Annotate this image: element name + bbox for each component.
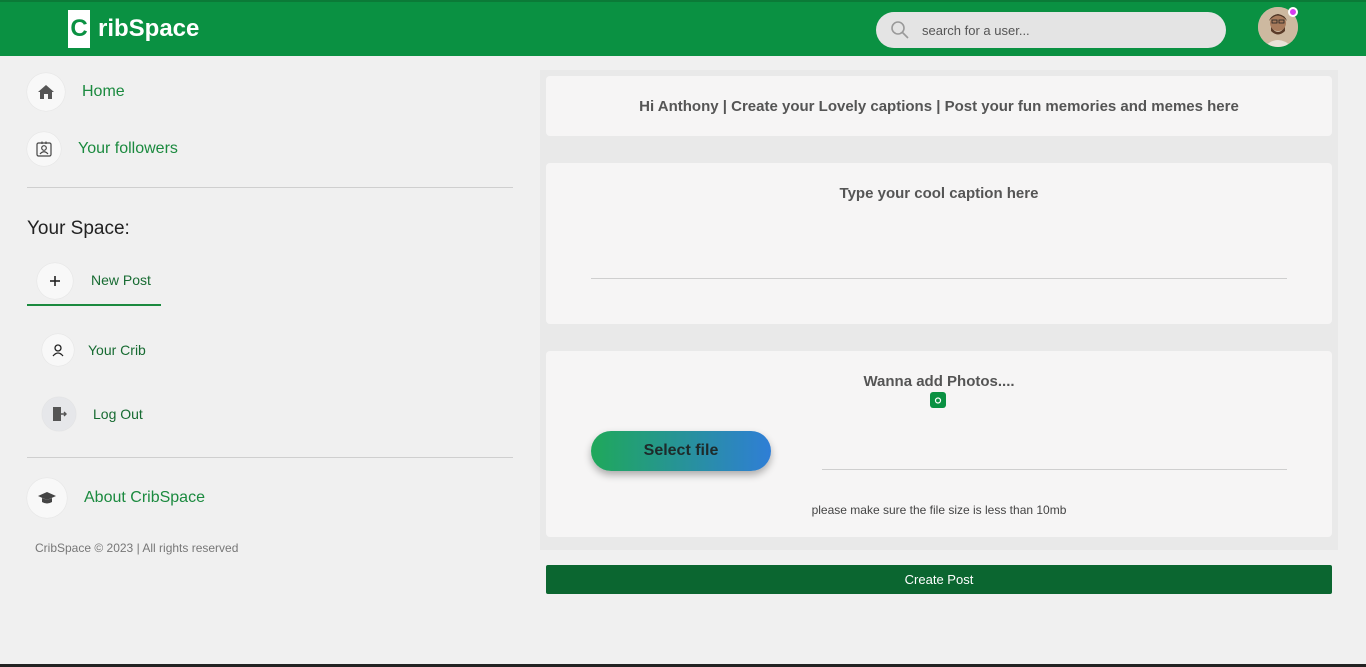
sidebar-item-label: New Post: [91, 272, 151, 288]
copyright-text: CribSpace © 2023 | All rights reserved: [35, 541, 239, 555]
search-icon: [891, 21, 909, 39]
logo-text: ribSpace: [98, 15, 200, 42]
greeting-card: Hi Anthony | Create your Lovely captions…: [546, 76, 1332, 136]
caption-title: Type your cool caption here: [839, 185, 1039, 202]
sidebar-item-your-crib[interactable]: Your Crib: [42, 334, 146, 366]
sidebar-item-new-post[interactable]: New Post: [37, 263, 151, 299]
photos-card: Wanna add Photos.... Select file please …: [546, 351, 1332, 537]
create-post-button[interactable]: Create Post: [546, 565, 1332, 594]
sidebar-item-log-out[interactable]: Log Out: [42, 397, 143, 431]
sidebar-item-label: Log Out: [93, 406, 143, 422]
followers-icon: [27, 132, 61, 166]
caption-card: Type your cool caption here: [546, 163, 1332, 324]
sidebar-item-label: Home: [82, 83, 125, 100]
logo[interactable]: C ribSpace: [68, 10, 199, 48]
plus-icon: [37, 263, 73, 299]
sidebar-item-label: Your Crib: [88, 342, 146, 358]
caption-input[interactable]: [591, 243, 1287, 279]
home-icon: [27, 73, 65, 111]
section-title: Your Space:: [27, 218, 130, 239]
graduation-cap-icon: [27, 478, 67, 518]
greeting-text: Hi Anthony | Create your Lovely captions…: [639, 97, 1239, 115]
sidebar-divider: [27, 187, 513, 188]
sidebar-divider: [27, 457, 513, 458]
camera-icon: [930, 392, 946, 408]
sidebar-item-label: About CribSpace: [84, 489, 205, 506]
photos-title: Wanna add Photos....: [863, 373, 1015, 390]
active-indicator: [27, 304, 161, 306]
logo-letter: C: [68, 10, 90, 48]
logout-icon: [42, 397, 76, 431]
file-size-note: please make sure the file size is less t…: [811, 503, 1067, 517]
top-bar: C ribSpace: [0, 0, 1366, 56]
notification-dot: [1288, 7, 1298, 17]
user-icon: [42, 334, 74, 366]
search-input[interactable]: [922, 22, 1202, 38]
select-file-button[interactable]: Select file: [591, 431, 771, 471]
sidebar-item-label: Your followers: [78, 140, 178, 157]
sidebar-item-followers[interactable]: Your followers: [27, 132, 178, 166]
sidebar-item-home[interactable]: Home: [27, 73, 125, 111]
file-name-field[interactable]: [822, 469, 1287, 470]
sidebar-item-about[interactable]: About CribSpace: [27, 478, 205, 518]
search-bar[interactable]: [876, 12, 1226, 48]
